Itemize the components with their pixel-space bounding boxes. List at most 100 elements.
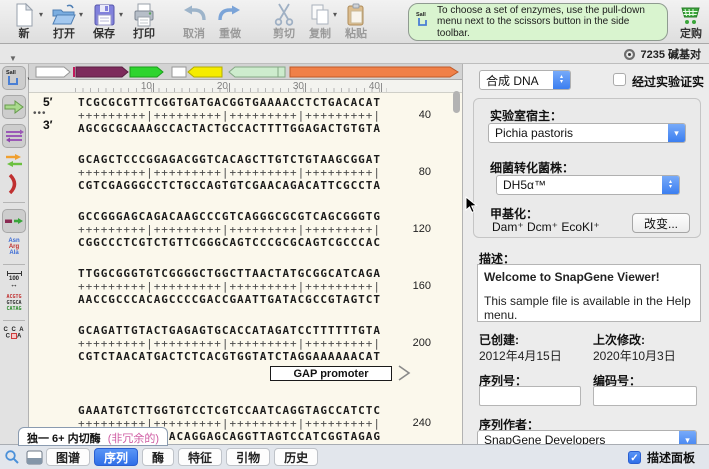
tab-sequence[interactable]: 序列 <box>94 448 139 466</box>
chevron-down-icon[interactable]: ▾ <box>668 124 685 142</box>
sequence-block[interactable]: GCAGCTCCCGGAGACGGTCACAGCTTGTCTGTAAGCGGAT… <box>78 153 431 192</box>
pattern-search-button[interactable]: ACGTG GTGCA CATAG <box>1 294 27 312</box>
cut-button[interactable]: 剪切 <box>266 2 302 41</box>
amino-acid-icon: Asn Arg Ala <box>8 238 20 256</box>
minimap-feature-orange-arrow[interactable] <box>289 66 459 78</box>
undo-button[interactable]: 取消 <box>176 2 212 41</box>
tick-line: +++++++++|+++++++++|+++++++++|+++++++++| <box>78 223 381 236</box>
sequence-block[interactable]: TCGCGCGTTTCGGTGATGACGGTGAAAACCTCTGACACAT… <box>78 96 431 135</box>
bottom-strand[interactable]: CGTCGAGGGCCTCTGCCAGTGTCGAACAGACATTCGCCTA <box>78 179 381 192</box>
new-button[interactable]: ▾ 新 <box>4 2 44 41</box>
redo-button[interactable]: 重做 <box>212 2 248 41</box>
save-button[interactable]: ▾ 保存 <box>84 2 124 41</box>
paste-button[interactable]: 粘贴 <box>338 2 374 41</box>
toolbar-button-label: 重做 <box>219 28 241 40</box>
methylation-value: Dam⁺ Dcm⁺ EcoKI⁺ <box>492 220 600 234</box>
dropdown-caret-icon[interactable]: ▾ <box>39 11 43 19</box>
sidebar-scroll-up-icon[interactable]: ▼ <box>9 55 17 63</box>
bottom-strand[interactable]: CGGCCCTCGTCTGTTCGGGCAGTCCCGCGCAGTCGCCCAC <box>78 236 381 249</box>
toolbar-button-label: 保存 <box>93 28 115 40</box>
lab-host-label: 实验室宿主： <box>490 109 563 123</box>
order-button[interactable]: 定购 <box>674 2 708 41</box>
scissors-icon <box>273 2 295 28</box>
molecule-type-select[interactable]: 合成 DNA ▴ ▾ <box>479 70 571 90</box>
feature-minimap[interactable] <box>29 64 462 80</box>
sequence-view[interactable]: 10 20 30 40 5′ ••• 3′ TCGCGCGTTTCGGTGATG… <box>29 64 462 444</box>
stepper-arrows-icon[interactable]: ▴ ▾ <box>662 176 679 194</box>
ruler-button[interactable]: 100 ↔ <box>1 271 27 289</box>
transformation-strain-select[interactable]: DH5α™ ▴ ▾ <box>496 175 680 195</box>
description-panel-checkbox[interactable]: ✓ <box>627 451 641 464</box>
five-prime-label: 5′ <box>43 95 53 109</box>
enzyme-status-text: 独一 6+ 内切酶 <box>27 433 101 445</box>
lab-host-select[interactable]: Pichia pastoris ▾ <box>488 123 686 143</box>
fragment-button[interactable] <box>2 209 26 233</box>
bottom-strand[interactable]: AACCGCCCACAGCCCCGACCGAATTGATACGCCGTAGTCT <box>78 293 381 306</box>
minimap-feature-green-arrow[interactable] <box>129 66 164 78</box>
tab-map[interactable]: 图谱 <box>46 448 91 466</box>
codon-edit-button[interactable]: C C A CA <box>1 327 27 340</box>
sequence-block[interactable]: GCCGGGAGCAGACAAGCCCGTCAGGGCGCGTCAGCGGGTG… <box>78 210 431 249</box>
tab-enzymes[interactable]: 酶 <box>142 448 175 466</box>
snapgene-viewer-window: ▾ 新 ▾ 打开 ▾ 保存 打印 取消 重做 剪切 ▾ 复制 粘贴 SalI T… <box>0 0 709 469</box>
minimap-feature-purple-arrow[interactable] <box>75 66 129 78</box>
enzymes-button[interactable]: SalI ▾ <box>2 66 31 90</box>
ruler-label: 10 <box>140 81 152 92</box>
top-strand[interactable]: TCGCGCGTTTCGGTGATGACGGTGAAAACCTCTGACACAT <box>78 96 381 109</box>
dropdown-caret-icon[interactable]: ▾ <box>333 11 337 19</box>
tab-history[interactable]: 历史 <box>274 448 319 466</box>
minimap-feature-red-mark[interactable] <box>73 67 75 77</box>
top-strand[interactable]: GCAGATTGTACTGAGAGTGCACCATAGATCCTTTTTTGTA <box>78 324 381 337</box>
minimap-feature-pale-green-arrow[interactable] <box>228 66 286 78</box>
bottom-strand[interactable]: AGCGCGCAAAGCCACTACTGCCACTTTTGGAGACTGTGTA <box>78 122 381 135</box>
enzyme-site-mini-icon: SalI <box>415 10 431 35</box>
print-button[interactable]: 打印 <box>124 2 164 41</box>
enzyme-status-note: (非冗余的) <box>107 433 160 445</box>
minimap-feature-yellow-arrow[interactable] <box>187 66 223 78</box>
search-icon[interactable] <box>4 449 20 469</box>
description-text-box[interactable]: Welcome to SnapGene Viewer! This sample … <box>477 264 701 322</box>
primers-button[interactable]: ▾ <box>1 153 33 169</box>
change-methylation-button[interactable]: 改变... <box>632 213 690 233</box>
tick-line: +++++++++|+++++++++|+++++++++|+++++++++| <box>78 166 381 179</box>
description-panel: 合成 DNA ▴ ▾ 经过实验证实 实验室宿主： Pichia pastoris … <box>462 64 709 450</box>
sequence-pattern-icon: ACGTG GTGCA CATAG <box>6 294 22 312</box>
copy-button[interactable]: ▾ 复制 <box>302 2 338 41</box>
created-label: 已创建: <box>479 333 519 347</box>
mouse-cursor <box>465 195 479 219</box>
minimap-feature-white-arrow[interactable] <box>35 66 71 78</box>
ruler-minor-ticks <box>75 88 387 92</box>
open-button[interactable]: ▾ 打开 <box>44 2 84 41</box>
sequence-block[interactable]: TTGGCGGGTGTCGGGGCTGGCTTAACTATGCGGCATCAGA… <box>78 267 431 306</box>
ruler-icon <box>6 271 22 276</box>
translation-button[interactable]: Asn Arg Ala <box>1 238 27 256</box>
gap-promoter-feature-label[interactable]: GAP promoter <box>270 366 392 381</box>
primer-pair-icon <box>6 154 22 167</box>
top-strand[interactable]: GCCGGGAGCAGACAAGCCCGTCAGGGCGCGTCAGCGGGTG <box>78 210 381 223</box>
serial-number-input[interactable] <box>479 386 581 406</box>
experimentally-verified-checkbox[interactable] <box>613 73 626 86</box>
tab-features[interactable]: 特征 <box>178 448 223 466</box>
bottom-strand[interactable]: CGTCTAACATGACTCTCACGTGGTATCTAGGAAAAAACAT <box>78 350 381 363</box>
orf-arc-button[interactable]: ▾ <box>1 174 33 194</box>
dropdown-caret-icon[interactable]: ▾ <box>79 11 83 19</box>
alignments-button[interactable] <box>2 124 26 148</box>
three-prime-label: 3′ <box>43 118 53 132</box>
stepper-arrows-icon[interactable]: ▴ ▾ <box>553 71 570 89</box>
top-strand[interactable]: GAAATGTCTTGGTGTCCTCGTCCAATCAGGTAGCCATCTC <box>78 404 381 417</box>
dropdown-caret-icon[interactable]: ▾ <box>119 11 123 19</box>
panel-split-toggle-icon[interactable] <box>26 450 43 469</box>
code-number-input[interactable] <box>593 386 697 406</box>
experimentally-verified-label: 经过实验证实 <box>632 75 705 89</box>
sequence-content[interactable]: 5′ ••• 3′ TCGCGCGTTTCGGTGATGACGGTGAAAACC… <box>29 93 462 444</box>
position-number: 240 <box>412 417 431 429</box>
minimap-feature-white-box[interactable] <box>171 66 187 78</box>
top-strand[interactable]: GCAGCTCCCGGAGACGGTCACAGCTTGTCTGTAAGCGGAT <box>78 153 381 166</box>
vertical-scrollbar-thumb[interactable] <box>453 91 460 113</box>
top-strand[interactable]: TTGGCGGGTGTCGGGGCTGGCTTAACTATGCGGCATCAGA <box>78 267 381 280</box>
features-button[interactable] <box>2 95 26 119</box>
description-panel-label: 描述面板 <box>646 451 695 465</box>
sequence-block[interactable]: GCAGATTGTACTGAGAGTGCACCATAGATCCTTTTTTGTA… <box>78 324 431 363</box>
ruler-label: 20 <box>216 81 228 92</box>
tab-primers[interactable]: 引物 <box>226 448 271 466</box>
